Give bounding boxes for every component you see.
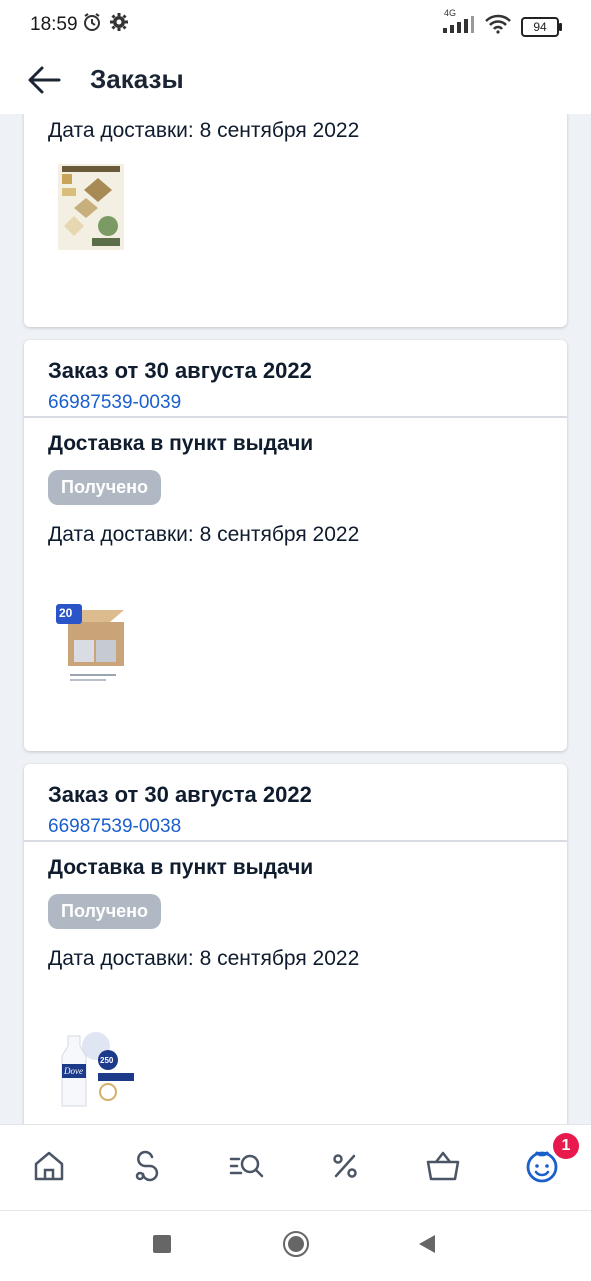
product-thumbnail[interactable]: Dove 250 <box>48 1028 138 1114</box>
status-badge: Получено <box>48 894 162 929</box>
delivery-date: Дата доставки: 8 сентября 2022 <box>48 523 360 546</box>
settings-gear-icon <box>110 13 128 36</box>
arrow-left-icon <box>27 65 61 100</box>
order-number-link[interactable]: 66987539-0039 <box>48 392 181 414</box>
cell-signal-icon: 4G <box>441 8 475 39</box>
thumb-volume-text: 250 <box>100 1056 114 1065</box>
cart-icon <box>425 1149 461 1188</box>
nav-catalog[interactable] <box>122 1143 172 1193</box>
delivery-type: Доставка в пункт выдачи <box>48 856 314 879</box>
orders-list[interactable]: Дата доставки: 8 сентября 2022 Заказ от … <box>0 114 591 1124</box>
order-number-link[interactable]: 66987539-0038 <box>48 816 181 838</box>
order-card[interactable]: Заказ от 30 августа 2022 66987539-0038 Д… <box>24 764 567 1124</box>
page-title: Заказы <box>90 64 184 94</box>
alarm-icon <box>82 12 102 37</box>
order-card[interactable]: Дата доставки: 8 сентября 2022 <box>24 114 567 327</box>
network-type: 4G <box>444 8 457 18</box>
order-header: Заказ от 30 августа 2022 66987539-0039 <box>24 340 567 418</box>
thumb-brand-text: Dove <box>63 1066 83 1076</box>
search-icon <box>228 1149 264 1188</box>
notification-badge: 1 <box>553 1133 579 1159</box>
triangle-back-icon <box>416 1233 438 1260</box>
square-icon <box>152 1234 172 1259</box>
circle-icon <box>282 1230 310 1263</box>
bottom-navigation: 1 <box>0 1124 591 1211</box>
order-card[interactable]: Заказ от 30 августа 2022 66987539-0039 Д… <box>24 340 567 751</box>
order-title: Заказ от 30 августа 2022 <box>48 358 312 383</box>
order-title: Заказ от 30 августа 2022 <box>48 782 312 807</box>
product-thumbnail[interactable]: 20 <box>56 602 130 686</box>
order-header: Заказ от 30 августа 2022 66987539-0038 <box>24 764 567 842</box>
nav-profile[interactable]: 1 <box>517 1133 579 1193</box>
back-button[interactable] <box>22 60 66 104</box>
nav-cart[interactable] <box>418 1143 468 1193</box>
thumb-badge-text: 20 <box>59 606 73 620</box>
system-navigation-bar <box>0 1210 591 1281</box>
battery-indicator: 94 <box>521 16 562 37</box>
shipment-section: Доставка в пункт выдачи Получено Дата до… <box>24 842 567 971</box>
delivery-type: Доставка в пункт выдачи <box>48 432 314 455</box>
nav-home[interactable] <box>24 1143 74 1193</box>
catalog-icon <box>130 1149 164 1188</box>
app-bar: Заказы <box>0 52 591 114</box>
status-bar: 18:59 4G 94 <box>0 0 591 52</box>
shipment-section: Доставка в пункт выдачи Получено Дата до… <box>24 418 567 547</box>
nav-discounts[interactable] <box>320 1143 370 1193</box>
nav-search[interactable] <box>221 1143 271 1193</box>
status-time: 18:59 <box>30 14 78 35</box>
discount-icon <box>329 1150 361 1187</box>
product-thumbnail[interactable] <box>58 164 124 250</box>
status-badge: Получено <box>48 470 162 505</box>
delivery-date: Дата доставки: 8 сентября 2022 <box>48 119 360 142</box>
home-button[interactable] <box>281 1230 311 1263</box>
home-icon <box>32 1149 66 1188</box>
wifi-icon <box>485 14 511 39</box>
recent-apps-button[interactable] <box>147 1231 177 1261</box>
delivery-date: Дата доставки: 8 сентября 2022 <box>48 947 360 970</box>
back-nav-button[interactable] <box>412 1231 442 1261</box>
